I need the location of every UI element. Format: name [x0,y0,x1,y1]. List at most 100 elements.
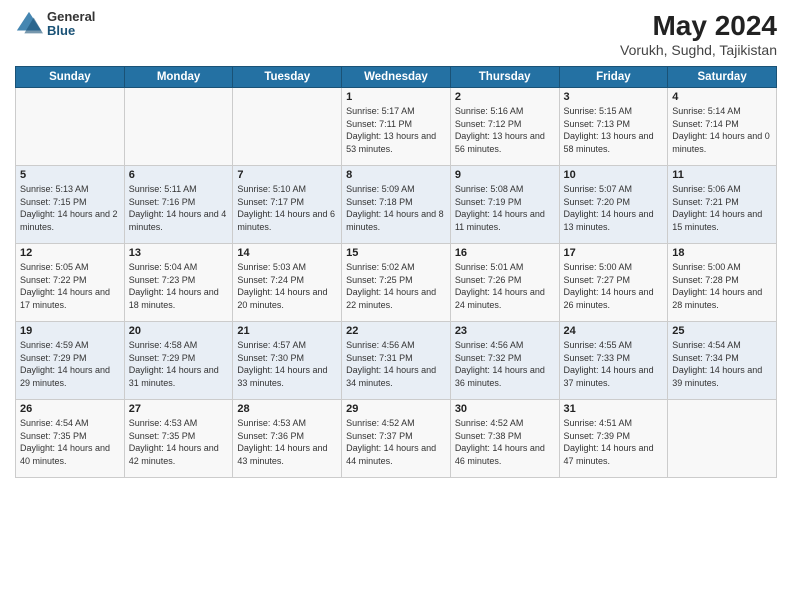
calendar-cell: 20Sunrise: 4:58 AMSunset: 7:29 PMDayligh… [124,322,233,400]
cell-line: Daylight: 14 hours and 28 minutes. [672,287,762,310]
cell-line: Sunrise: 4:58 AM [129,340,198,350]
logo: General Blue [15,10,95,39]
day-number: 28 [237,403,337,415]
cell-line: Sunset: 7:26 PM [455,275,522,285]
cell-content: Sunrise: 4:56 AMSunset: 7:31 PMDaylight:… [346,339,446,389]
cell-line: Daylight: 14 hours and 17 minutes. [20,287,110,310]
day-number: 12 [20,247,120,259]
day-number: 9 [455,169,555,181]
calendar-cell: 12 Sunrise: 5:05 AMSunset: 7:22 PMDayligh… [16,244,125,322]
logo-general-text: General [47,10,95,24]
day-number: 22 [346,325,446,337]
cell-content: Sunrise: 5:13 AMSunset: 7:15 PMDaylight:… [20,183,120,233]
calendar-cell: 27Sunrise: 4:53 AMSunset: 7:35 PMDayligh… [124,400,233,478]
day-number: 7 [237,169,337,181]
cell-content: Sunrise: 5:11 AMSunset: 7:16 PMDaylight:… [129,183,229,233]
cell-line: Sunrise: 5:02 AM [346,262,415,272]
calendar-cell: 22Sunrise: 4:56 AMSunset: 7:31 PMDayligh… [342,322,451,400]
cell-line: Daylight: 14 hours and 20 minutes. [237,287,327,310]
calendar-cell: 13Sunrise: 5:04 AMSunset: 7:23 PMDayligh… [124,244,233,322]
cell-line: Sunset: 7:29 PM [20,353,87,363]
calendar-cell: 23Sunrise: 4:56 AMSunset: 7:32 PMDayligh… [450,322,559,400]
cell-content: Sunrise: 4:56 AMSunset: 7:32 PMDaylight:… [455,339,555,389]
day-number: 21 [237,325,337,337]
cell-line: Daylight: 14 hours and 39 minutes. [672,365,762,388]
cell-line: Sunset: 7:15 PM [20,197,87,207]
cell-line: Sunset: 7:29 PM [129,353,196,363]
cell-line: Daylight: 14 hours and 0 minutes. [672,131,770,154]
cell-line: Daylight: 14 hours and 11 minutes. [455,209,545,232]
day-number: 3 [564,91,664,103]
cell-line: Daylight: 14 hours and 44 minutes. [346,443,436,466]
cell-line: Sunrise: 5:05 AM [20,262,89,272]
day-number: 25 [672,325,772,337]
calendar-cell: 21 Sunrise: 4:57 AMSunset: 7:30 PMDayligh… [233,322,342,400]
cell-line: Sunset: 7:32 PM [455,353,522,363]
cell-line: Sunset: 7:39 PM [564,431,631,441]
cell-line: Daylight: 14 hours and 15 minutes. [672,209,762,232]
cell-content: Sunrise: 4:59 AMSunset: 7:29 PMDaylight:… [20,339,120,389]
cell-line: Sunrise: 4:56 AM [346,340,415,350]
day-number: 19 [20,325,120,337]
cell-line: Sunset: 7:23 PM [129,275,196,285]
calendar-cell: 1Sunrise: 5:17 AMSunset: 7:11 PMDaylight… [342,88,451,166]
cell-content: Sunrise: 5:17 AMSunset: 7:11 PMDaylight:… [346,105,446,155]
day-header-saturday: Saturday [668,67,777,88]
day-header-monday: Monday [124,67,233,88]
cell-line: Sunset: 7:30 PM [237,353,304,363]
month-year: May 2024 [620,10,777,42]
day-header-wednesday: Wednesday [342,67,451,88]
cell-line: Sunset: 7:35 PM [129,431,196,441]
cell-line: Sunrise: 5:07 AM [564,184,633,194]
cell-line: Daylight: 14 hours and 13 minutes. [564,209,654,232]
cell-line: Sunset: 7:31 PM [346,353,413,363]
cell-line: Sunset: 7:12 PM [455,119,522,129]
cell-content: Sunrise: 5:10 AMSunset: 7:17 PMDaylight:… [237,183,337,233]
cell-line: Daylight: 13 hours and 56 minutes. [455,131,545,154]
location: Vorukh, Sughd, Tajikistan [620,42,777,58]
cell-line: Sunset: 7:36 PM [237,431,304,441]
cell-line: Sunrise: 5:00 AM [672,262,741,272]
cell-content: Sunrise: 5:09 AMSunset: 7:18 PMDaylight:… [346,183,446,233]
page: General Blue May 2024 Vorukh, Sughd, Taj… [0,0,792,612]
cell-content: Sunrise: 4:55 AMSunset: 7:33 PMDaylight:… [564,339,664,389]
cell-line: Sunset: 7:21 PM [672,197,739,207]
calendar-cell: 24 Sunrise: 4:55 AMSunset: 7:33 PMDayligh… [559,322,668,400]
cell-line: Sunset: 7:19 PM [455,197,522,207]
logo-text: General Blue [47,10,95,39]
day-header-sunday: Sunday [16,67,125,88]
calendar-cell: 4Sunrise: 5:14 AMSunset: 7:14 PMDaylight… [668,88,777,166]
cell-content: Sunrise: 5:01 AMSunset: 7:26 PMDaylight:… [455,261,555,311]
calendar-cell: 26Sunrise: 4:54 AMSunset: 7:35 PMDayligh… [16,400,125,478]
cell-line: Sunrise: 4:53 AM [237,418,306,428]
title-block: May 2024 Vorukh, Sughd, Tajikistan [620,10,777,58]
cell-line: Sunrise: 4:56 AM [455,340,524,350]
cell-content: Sunrise: 4:53 AMSunset: 7:35 PMDaylight:… [129,417,229,467]
cell-line: Sunrise: 5:00 AM [564,262,633,272]
calendar-cell [668,400,777,478]
cell-line: Sunset: 7:17 PM [237,197,304,207]
day-number: 24 [564,325,664,337]
cell-line: Sunrise: 4:59 AM [20,340,89,350]
cell-line: Sunrise: 4:54 AM [672,340,741,350]
cell-content: Sunrise: 5:05 AMSunset: 7:22 PMDaylight:… [20,261,120,311]
cell-content: Sunrise: 4:57 AMSunset: 7:30 PMDaylight:… [237,339,337,389]
cell-content: Sunrise: 5:00 AMSunset: 7:28 PMDaylight:… [672,261,772,311]
cell-content: Sunrise: 4:52 AMSunset: 7:37 PMDaylight:… [346,417,446,467]
cell-line: Daylight: 14 hours and 42 minutes. [129,443,219,466]
day-number: 13 [129,247,229,259]
calendar-table: SundayMondayTuesdayWednesdayThursdayFrid… [15,66,777,478]
cell-content: Sunrise: 5:16 AMSunset: 7:12 PMDaylight:… [455,105,555,155]
week-row-5: 26Sunrise: 4:54 AMSunset: 7:35 PMDayligh… [16,400,777,478]
cell-line: Sunrise: 4:51 AM [564,418,633,428]
cell-content: Sunrise: 4:58 AMSunset: 7:29 PMDaylight:… [129,339,229,389]
cell-line: Sunset: 7:38 PM [455,431,522,441]
day-number: 17 [564,247,664,259]
day-number: 16 [455,247,555,259]
calendar-cell [16,88,125,166]
cell-content: Sunrise: 4:51 AMSunset: 7:39 PMDaylight:… [564,417,664,467]
day-number: 5 [20,169,120,181]
cell-line: Daylight: 13 hours and 53 minutes. [346,131,436,154]
cell-line: Sunrise: 5:01 AM [455,262,524,272]
calendar-cell: 29Sunrise: 4:52 AMSunset: 7:37 PMDayligh… [342,400,451,478]
